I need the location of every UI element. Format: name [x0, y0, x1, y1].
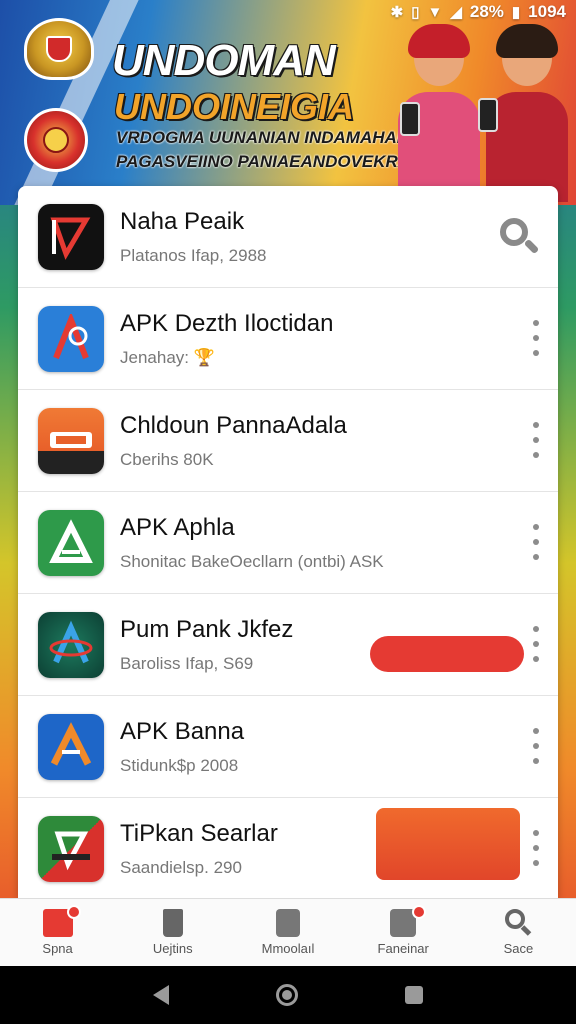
list-item[interactable]: Pum Pank Jkfez Baroliss Ifap, S69: [18, 594, 558, 696]
nav-label: Sace: [503, 941, 534, 956]
back-icon[interactable]: [153, 985, 170, 1005]
battery-level: 28%: [469, 2, 504, 21]
wifi-icon: ▼: [427, 3, 443, 21]
black-red-app-icon: [38, 204, 104, 270]
more-options-icon[interactable]: [532, 728, 540, 764]
app-name: TiPkan Searlar: [120, 820, 278, 847]
action-button[interactable]: [370, 636, 524, 672]
app-subtitle: Jenahay: 🏆: [120, 348, 215, 367]
search-icon: [504, 909, 532, 937]
bottom-navigation: Spna Uejtins Mmoolaıl Faneinar Sace: [0, 898, 576, 966]
app-name: APK Banna: [120, 718, 245, 745]
nav-item-document[interactable]: Mmoolaıl: [230, 899, 345, 966]
nav-label: Spna: [42, 941, 73, 956]
green-red-app-icon: [38, 816, 104, 882]
banner-title: UNDOMAN: [112, 36, 336, 85]
app-name: APK Aphla: [120, 514, 235, 541]
list-item[interactable]: TiPkan Searlar Saandielsp. 290: [18, 798, 558, 898]
home-circle-icon[interactable]: [275, 984, 298, 1006]
nav-item-home[interactable]: Spna: [0, 899, 115, 966]
blue-a-app-icon: [38, 306, 104, 372]
vibrate-icon: ▯: [411, 4, 420, 21]
banner-tagline-2: PAGASVEIINO PANIAEANDOVEKRAN!: [116, 152, 429, 171]
more-options-icon[interactable]: [532, 524, 540, 560]
more-options-icon[interactable]: [532, 626, 540, 662]
app-subtitle: Cberihs 80K: [120, 450, 214, 469]
nav-label: Uejtins: [152, 941, 193, 956]
more-options-icon[interactable]: [532, 830, 540, 866]
app-subtitle: Baroliss Ifap, S69: [120, 654, 254, 673]
app-name: Chldoun PannaAdala: [120, 412, 347, 439]
app-subtitle: Platanos Ifap, 2988: [120, 246, 267, 265]
banner-subtitle: UNDOINEIGIA: [114, 86, 355, 127]
list-item[interactable]: Chldoun PannaAdala Cberihs 80K: [18, 390, 558, 492]
app-subtitle: Shonitac BakeOecllarn (ontbi) ASK: [120, 552, 384, 571]
document-icon: [276, 909, 300, 937]
nav-label: Mmoolaıl: [261, 941, 315, 956]
app-name: APK Dezth Iloctidan: [120, 310, 334, 337]
bluetooth-icon: ✱: [390, 4, 404, 21]
blue-orange-a-app-icon: [38, 714, 104, 780]
teal-a-app-icon: [38, 612, 104, 678]
notification-badge: [66, 905, 81, 919]
trash-icon: [162, 909, 183, 937]
status-bar: ✱ ▯ ▼ ◢ 28% ▮ 1094: [391, 2, 566, 22]
system-navigation-bar: [0, 966, 576, 1024]
app-subtitle: Saandielsp. 290: [120, 858, 242, 877]
girl-illustration: [398, 24, 480, 202]
battery-icon: ▮: [511, 4, 521, 21]
action-button[interactable]: [376, 808, 520, 880]
garuda-emblem-icon: [24, 18, 94, 80]
app-list: Naha Peaik Platanos Ifap, 2988 APK Dezth…: [18, 186, 558, 898]
orange-app-icon: [38, 408, 104, 474]
seal-icon: [24, 108, 88, 172]
green-a-app-icon: [38, 510, 104, 576]
notification-badge: [412, 905, 427, 919]
status-time: 1094: [528, 2, 566, 21]
app-name: Pum Pank Jkfez: [120, 616, 294, 643]
more-options-icon[interactable]: [532, 422, 540, 458]
recent-apps-icon[interactable]: [404, 986, 423, 1004]
boy-illustration: [478, 24, 568, 202]
header-banner: UNDOMAN UNDOINEIGIA VRDOGMA UUNANIAN IND…: [0, 0, 576, 205]
banner-tagline-1: VRDOGMA UUNANIAN INDAMAHAN: [116, 128, 410, 147]
more-options-icon[interactable]: [532, 320, 540, 356]
search-icon[interactable]: [498, 216, 540, 258]
list-item[interactable]: APK Aphla Shonitac BakeOecllarn (ontbi) …: [18, 492, 558, 594]
app-subtitle: Stidunk$p 2008: [120, 756, 239, 775]
list-item[interactable]: APK Banna Stidunk$p 2008: [18, 696, 558, 798]
list-item[interactable]: APK Dezth Iloctidan Jenahay: 🏆: [18, 288, 558, 390]
nav-item-search[interactable]: Sace: [461, 899, 576, 966]
nav-item-book[interactable]: Faneinar: [346, 899, 461, 966]
app-name: Naha Peaik: [120, 208, 245, 235]
nav-label: Faneinar: [377, 941, 429, 956]
list-item[interactable]: Naha Peaik Platanos Ifap, 2988: [18, 186, 558, 288]
nav-item-trash[interactable]: Uejtins: [115, 899, 230, 966]
signal-icon: ◢: [450, 4, 462, 21]
